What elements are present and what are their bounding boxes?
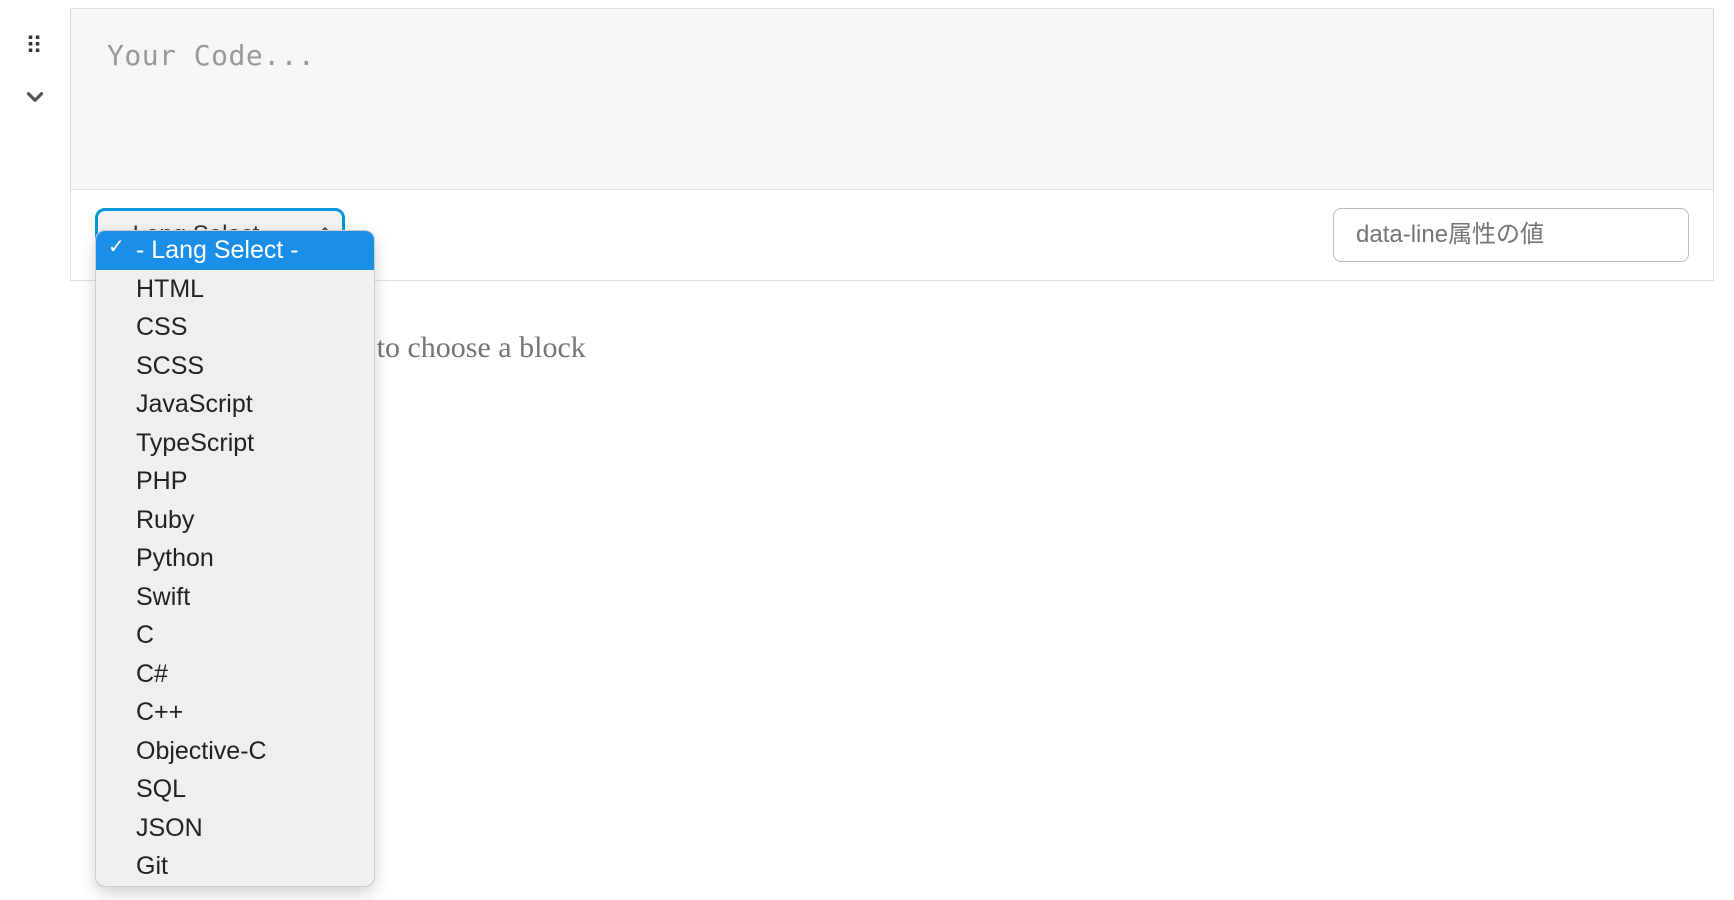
lang-option-cpp[interactable]: C++ <box>96 693 374 732</box>
editor-wrapper: ⠿ Your Code... - Lang Select - <box>0 0 1734 281</box>
lang-option-swift[interactable]: Swift <box>96 578 374 617</box>
block-side-controls: ⠿ <box>0 0 70 115</box>
lang-option-git[interactable]: Git <box>96 847 374 886</box>
chevron-down-icon[interactable] <box>22 84 48 115</box>
drag-handle-icon[interactable]: ⠿ <box>25 40 45 54</box>
lang-select-wrapper: - Lang Select - - Lang Select - HTML CSS… <box>95 208 345 262</box>
lang-option-json[interactable]: JSON <box>96 809 374 848</box>
new-block-hint[interactable]: ype / to choose a block <box>310 331 1734 365</box>
lang-select-dropdown: - Lang Select - HTML CSS SCSS JavaScript… <box>95 230 375 887</box>
code-input-area[interactable]: Your Code... <box>71 9 1713 189</box>
lang-option-typescript[interactable]: TypeScript <box>96 424 374 463</box>
lang-option-c[interactable]: C <box>96 616 374 655</box>
lang-option-ruby[interactable]: Ruby <box>96 501 374 540</box>
lang-option-scss[interactable]: SCSS <box>96 347 374 386</box>
lang-option-sql[interactable]: SQL <box>96 770 374 809</box>
lang-option-css[interactable]: CSS <box>96 308 374 347</box>
lang-option-php[interactable]: PHP <box>96 462 374 501</box>
code-block: Your Code... - Lang Select - - Lang Sele… <box>70 8 1714 281</box>
data-line-input[interactable] <box>1333 208 1689 262</box>
lang-option-csharp[interactable]: C# <box>96 655 374 694</box>
lang-option-python[interactable]: Python <box>96 539 374 578</box>
code-placeholder-text: Your Code... <box>107 39 315 72</box>
code-block-toolbar: - Lang Select - - Lang Select - HTML CSS… <box>71 189 1713 280</box>
lang-option-objc[interactable]: Objective-C <box>96 732 374 771</box>
lang-option-html[interactable]: HTML <box>96 270 374 309</box>
lang-option-placeholder[interactable]: - Lang Select - <box>96 231 374 270</box>
lang-option-javascript[interactable]: JavaScript <box>96 385 374 424</box>
